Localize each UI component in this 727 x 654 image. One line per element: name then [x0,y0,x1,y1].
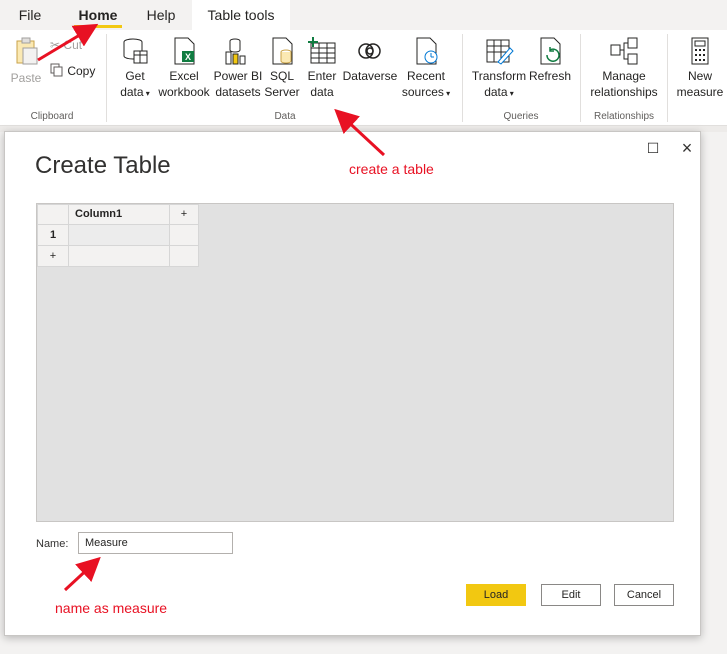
power-bi-window: File Home Help Table tools Paste ✂ Cut C… [0,0,727,654]
annotation-arrows [37,23,386,592]
arrow-to-name-input [63,556,101,592]
arrow-to-home-tab [37,23,99,62]
arrow-to-enter-data [334,108,386,157]
